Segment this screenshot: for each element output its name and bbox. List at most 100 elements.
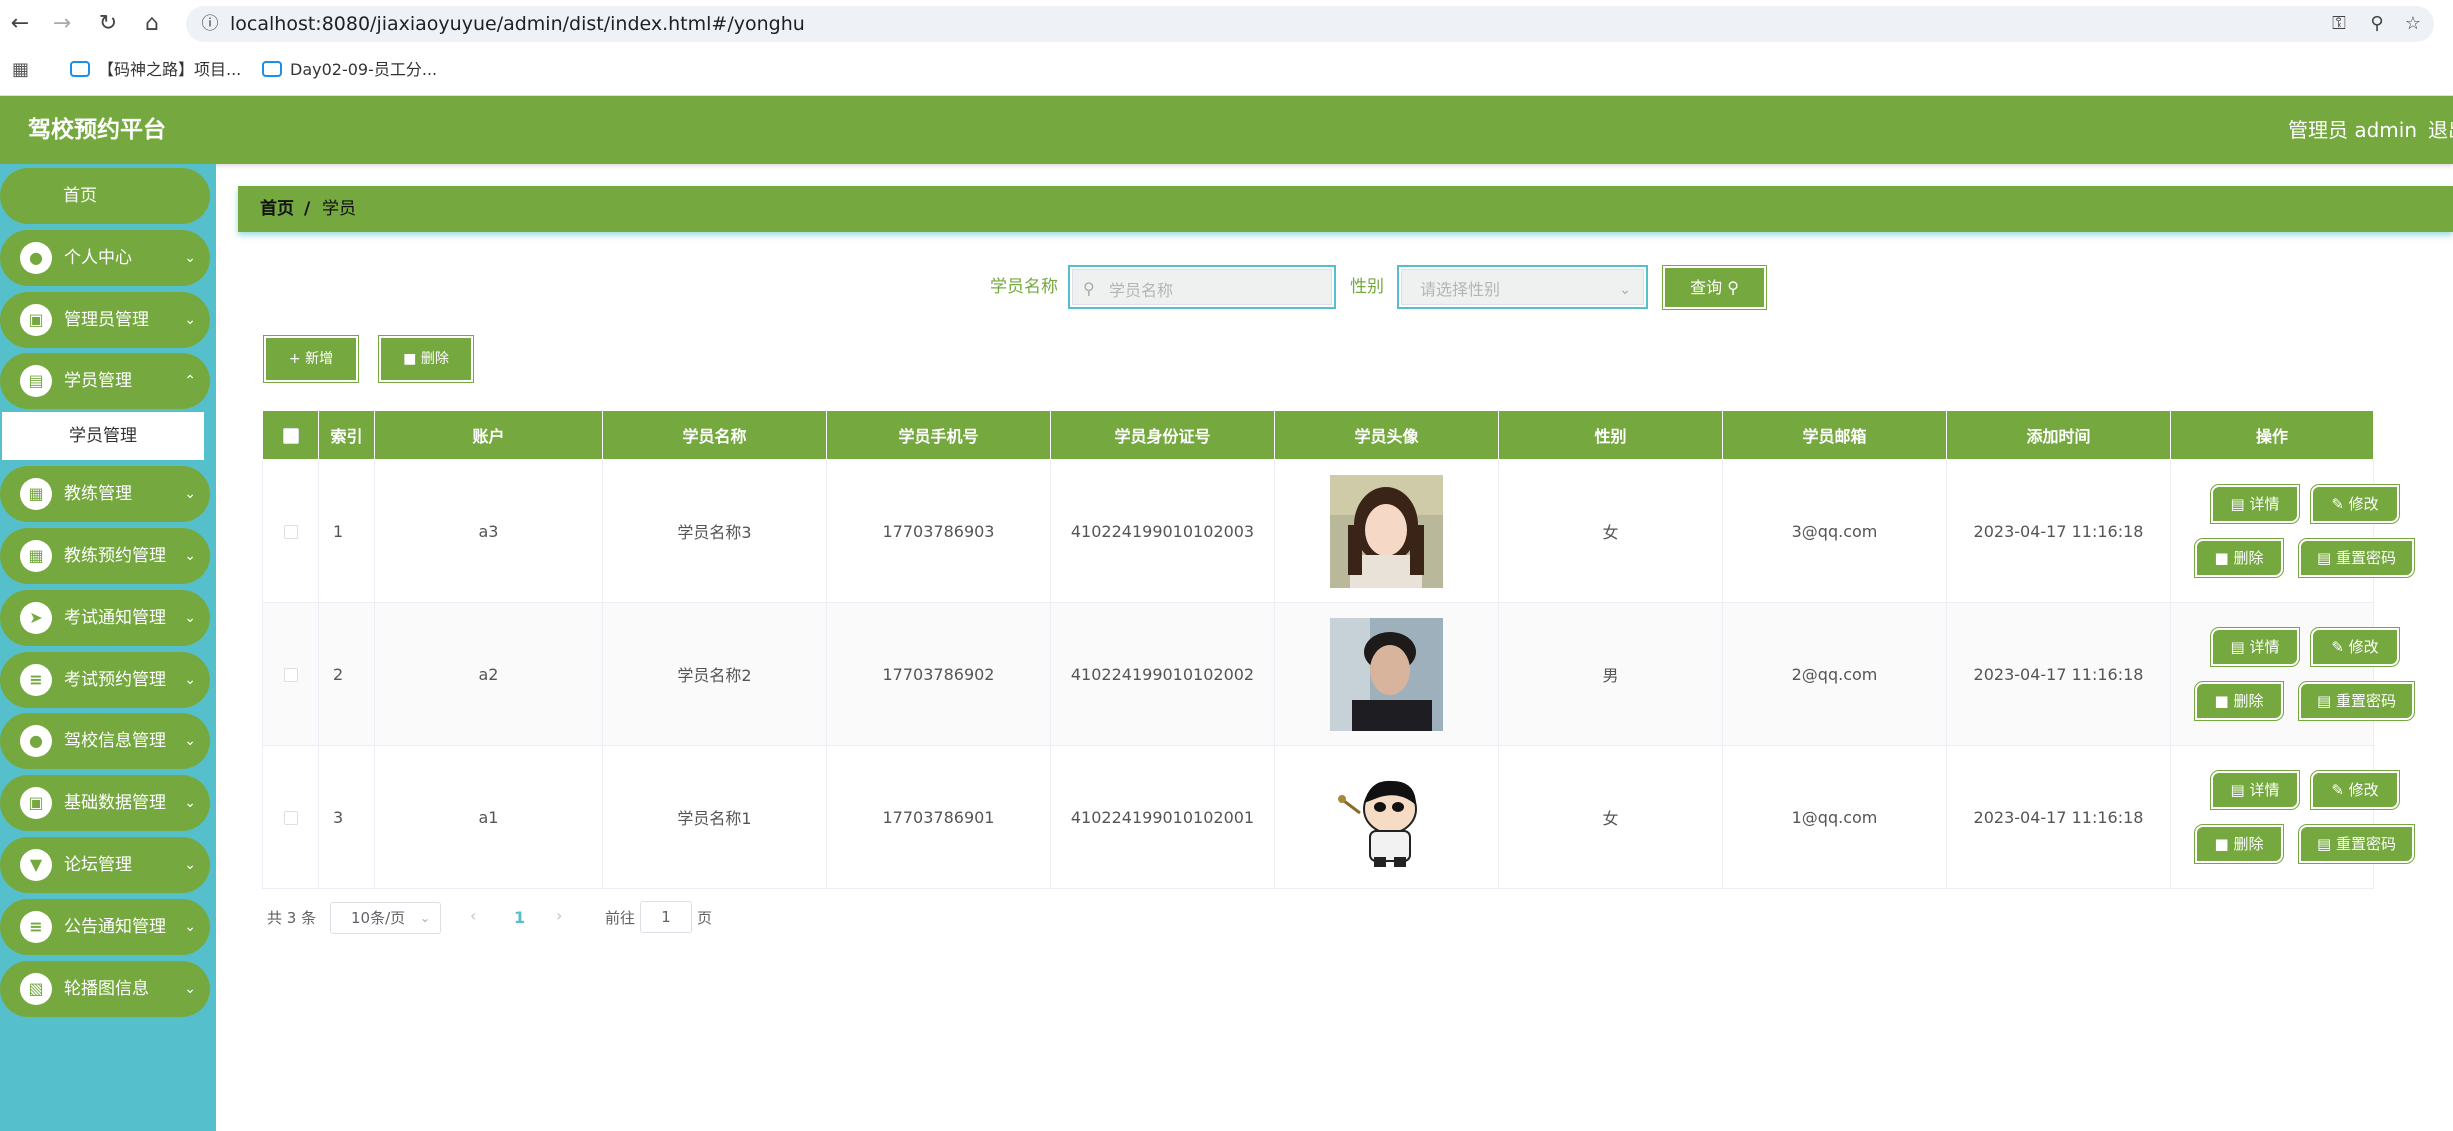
row-checkbox-cell bbox=[262, 745, 319, 889]
edit-button[interactable]: ✎ 修改 bbox=[2310, 483, 2400, 524]
edit-button[interactable]: ✎ 修改 bbox=[2310, 626, 2400, 667]
sidebar-item-coach-booking-management[interactable]: ▦ 教练预约管理 ⌄ bbox=[0, 528, 210, 584]
sidebar-item-home[interactable]: 首页 bbox=[0, 168, 210, 224]
site-info-icon[interactable]: ⓘ bbox=[198, 12, 222, 36]
chevron-down-icon: ⌄ bbox=[184, 250, 196, 266]
goto-page-input[interactable] bbox=[640, 901, 692, 933]
delete-button[interactable]: ■ 删除 bbox=[2194, 680, 2284, 721]
breadcrumb-home[interactable]: 首页 bbox=[260, 198, 294, 220]
zoom-icon[interactable]: ⚲ bbox=[2364, 12, 2390, 36]
email-cell: 1@qq.com bbox=[1722, 745, 1947, 889]
gender-cell: 男 bbox=[1498, 602, 1723, 746]
gender-select[interactable]: 请选择性别 ⌄ bbox=[1397, 265, 1648, 309]
add-button-label: 新增 bbox=[305, 351, 334, 367]
sidebar-item-carousel-info[interactable]: ▧ 轮播图信息 ⌄ bbox=[0, 961, 210, 1017]
name-cell: 学员名称2 bbox=[602, 602, 827, 746]
reset-password-button[interactable]: ▤ 重置密码 bbox=[2298, 823, 2415, 864]
sidebar-item-school-info-management[interactable]: ● 驾校信息管理 ⌄ bbox=[0, 713, 210, 769]
detail-button[interactable]: ▤ 详情 bbox=[2210, 483, 2300, 524]
edit-button[interactable]: ✎ 修改 bbox=[2310, 769, 2400, 810]
search-icon: ⚲ bbox=[1727, 278, 1739, 297]
chevron-down-icon: ⌄ bbox=[184, 672, 196, 688]
reload-icon[interactable]: ↻ bbox=[94, 10, 122, 38]
avatar-cell bbox=[1274, 459, 1499, 603]
sidebar-item-base-data-management[interactable]: ▣ 基础数据管理 ⌄ bbox=[0, 775, 210, 831]
select-all-checkbox[interactable] bbox=[282, 428, 299, 444]
grid-icon: ▦ bbox=[20, 540, 52, 572]
trash-icon: ■ bbox=[2214, 548, 2229, 567]
avatar bbox=[1330, 617, 1443, 731]
reset-password-button[interactable]: ▤ 重置密码 bbox=[2298, 537, 2415, 578]
logout-link[interactable]: 退出 bbox=[2428, 118, 2453, 142]
bookmark-item[interactable]: Day02-09-员工分... bbox=[262, 56, 437, 84]
query-button-label: 查询 bbox=[1690, 278, 1723, 297]
app-title: 驾校预约平台 bbox=[28, 117, 166, 143]
key-icon[interactable]: ⚿ bbox=[2326, 12, 2352, 36]
back-icon[interactable]: ← bbox=[6, 10, 34, 38]
sidebar-item-announcement-management[interactable]: ≡ 公告通知管理 ⌄ bbox=[0, 899, 210, 955]
column-header: 添加时间 bbox=[1946, 410, 2171, 460]
sidebar-item-exam-notice-management[interactable]: ➤ 考试通知管理 ⌄ bbox=[0, 590, 210, 646]
chevron-down-icon: ⌄ bbox=[184, 857, 196, 873]
grid-icon: ▦ bbox=[20, 478, 52, 510]
trash-icon: ■ bbox=[2214, 834, 2229, 853]
reset-password-button[interactable]: ▤ 重置密码 bbox=[2298, 680, 2415, 721]
chevron-down-icon: ⌄ bbox=[184, 312, 196, 328]
page-size-select[interactable]: 10条/页 ⌄ bbox=[330, 902, 441, 934]
column-header: 索引 bbox=[318, 410, 375, 460]
row-checkbox-cell bbox=[262, 602, 319, 746]
delete-button[interactable]: ■ 删除 bbox=[2194, 823, 2284, 864]
sidebar-item-label: 驾校信息管理 bbox=[64, 731, 166, 751]
bookmark-item[interactable]: 【码神之路】项目... bbox=[70, 56, 241, 84]
breadcrumb: 首页 / 学员 bbox=[238, 186, 2453, 232]
delete-button[interactable]: ■ 删除 bbox=[2194, 537, 2284, 578]
sidebar-item-student-management[interactable]: ▤ 学员管理 ⌃ bbox=[0, 353, 210, 409]
column-header: 性别 bbox=[1498, 410, 1723, 460]
star-icon[interactable]: ☆ bbox=[2400, 12, 2426, 36]
detail-button-label: 详情 bbox=[2249, 780, 2280, 799]
table-row: 3 a1 学员名称1 17703786901 41022419901010200… bbox=[262, 745, 2415, 889]
sidebar-item-label: 学员管理 bbox=[64, 371, 132, 391]
admin-label: 管理员 admin bbox=[2288, 118, 2418, 142]
sidebar-item-label: 教练预约管理 bbox=[64, 546, 166, 566]
detail-button[interactable]: ▤ 详情 bbox=[2210, 769, 2300, 810]
sidebar-item-coach-management[interactable]: ▦ 教练管理 ⌄ bbox=[0, 466, 210, 522]
gender-label: 性别 bbox=[1350, 277, 1384, 297]
prev-page-icon[interactable]: ‹ bbox=[470, 905, 476, 927]
edit-button-label: 修改 bbox=[2348, 637, 2379, 656]
row-checkbox[interactable] bbox=[283, 811, 298, 825]
sidebar-subitem-student-management[interactable]: 学员管理 bbox=[0, 410, 206, 462]
edit-icon: ✎ bbox=[2331, 494, 2344, 513]
forward-icon[interactable]: → bbox=[48, 10, 76, 38]
sidebar-item-admin-management[interactable]: ▣ 管理员管理 ⌄ bbox=[0, 292, 210, 348]
chevron-down-icon: ⌄ bbox=[419, 911, 430, 925]
sidebar-item-exam-booking-management[interactable]: ≡ 考试预约管理 ⌄ bbox=[0, 652, 210, 708]
apps-icon[interactable]: ▦ bbox=[12, 58, 36, 82]
home-icon[interactable]: ⌂ bbox=[138, 10, 166, 38]
avatar-cell bbox=[1274, 745, 1499, 889]
url-text[interactable]: localhost:8080/jiaxiaoyuyue/admin/dist/i… bbox=[230, 13, 805, 35]
row-checkbox-cell bbox=[262, 459, 319, 603]
detail-button[interactable]: ▤ 详情 bbox=[2210, 626, 2300, 667]
sidebar-item-label: 轮播图信息 bbox=[64, 979, 149, 999]
page-number-current[interactable]: 1 bbox=[514, 907, 525, 929]
row-checkbox[interactable] bbox=[283, 525, 298, 539]
reset-password-button-label: 重置密码 bbox=[2335, 834, 2396, 853]
student-name-search[interactable]: ⚲ bbox=[1068, 265, 1336, 309]
add-button[interactable]: + 新增 bbox=[263, 335, 359, 383]
chart-icon: ▤ bbox=[20, 365, 52, 397]
avatar bbox=[1330, 474, 1443, 588]
breadcrumb-separator: / bbox=[304, 199, 311, 219]
row-checkbox[interactable] bbox=[283, 668, 298, 682]
batch-delete-button[interactable]: ■ 删除 bbox=[378, 335, 474, 383]
next-page-icon[interactable]: › bbox=[556, 905, 562, 927]
student-name-input[interactable] bbox=[1109, 278, 1309, 302]
goto-label: 前往 bbox=[605, 909, 636, 927]
query-button[interactable]: 查询 ⚲ bbox=[1662, 265, 1767, 310]
gender-cell: 女 bbox=[1498, 745, 1723, 889]
sidebar-item-forum-management[interactable]: ▼ 论坛管理 ⌄ bbox=[0, 837, 210, 893]
address-bar[interactable]: ⓘ localhost:8080/jiaxiaoyuyue/admin/dist… bbox=[186, 6, 2434, 42]
sidebar-item-personal-center[interactable]: ● 个人中心 ⌄ bbox=[0, 230, 210, 286]
gender-cell: 女 bbox=[1498, 459, 1723, 603]
operations-group: ▤ 详情 ✎ 修改 ■ 删除 ▤ 重置密码 bbox=[2171, 461, 2415, 602]
